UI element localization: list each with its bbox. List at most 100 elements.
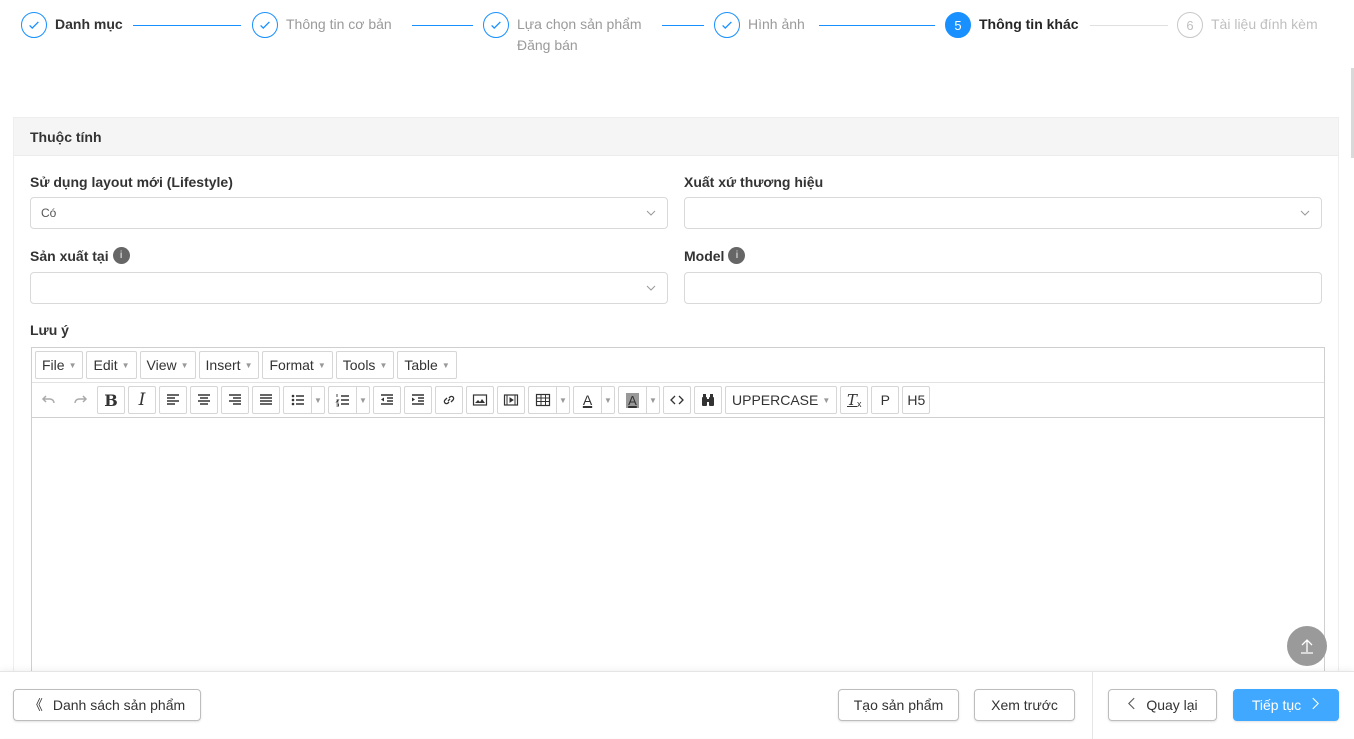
undo-icon: [41, 395, 55, 404]
chevron-left-icon: [1127, 697, 1136, 713]
italic-icon: I: [138, 390, 146, 410]
menu-label: Table: [404, 357, 438, 373]
model-label: Model i: [684, 247, 746, 264]
background-color-dropdown[interactable]: ▼: [646, 386, 660, 414]
menu-label: Edit: [93, 357, 118, 373]
made-in-select[interactable]: [30, 272, 668, 304]
chevron-down-icon: [646, 210, 656, 216]
numbered-list-button[interactable]: [328, 386, 356, 414]
table-button[interactable]: [528, 386, 556, 414]
clear-format-button[interactable]: Tx: [840, 386, 869, 414]
align-right-icon: [229, 394, 241, 405]
product-list-label: Danh sách sản phẩm: [52, 697, 186, 713]
align-left-button[interactable]: [159, 386, 187, 414]
step-lua-chon-san-pham[interactable]: Lựa chọn sản phẩm Đăng bán: [483, 12, 642, 56]
binoculars-icon: [702, 394, 714, 406]
rich-text-editor: File ▼ Edit ▼ View ▼ Insert ▼ Format ▼ Tools ▼…: [31, 347, 1325, 687]
menu-edit[interactable]: Edit ▼: [86, 351, 137, 379]
progress-stepper: Danh mục Thông tin cơ bản Lựa chọn sản p…: [0, 0, 1354, 70]
source-code-button[interactable]: [663, 386, 691, 414]
align-center-button[interactable]: [190, 386, 218, 414]
step-tai-lieu-dinh-kem[interactable]: 6 Tài liệu đính kèm: [1177, 12, 1318, 38]
numbered-list-dropdown[interactable]: ▼: [356, 386, 370, 414]
step-connector: [819, 25, 935, 26]
menu-view[interactable]: View ▼: [139, 351, 196, 379]
numbered-list-icon: [334, 394, 349, 407]
info-icon[interactable]: i: [728, 247, 746, 264]
info-icon[interactable]: i: [112, 247, 130, 264]
clear-format-x-icon: x: [857, 399, 862, 409]
made-in-label-text: Sản xuất tại: [30, 247, 109, 264]
menu-label: Insert: [205, 357, 241, 373]
find-replace-button[interactable]: [694, 386, 722, 414]
menu-file[interactable]: File ▼: [35, 351, 84, 379]
step-hinh-anh[interactable]: Hình ảnh: [714, 12, 805, 38]
preview-label: Xem trước: [991, 697, 1058, 713]
link-button[interactable]: [435, 386, 463, 414]
model-label-text: Model: [684, 247, 725, 264]
editor-content-area[interactable]: [32, 418, 1324, 686]
next-button[interactable]: Tiếp tục: [1233, 689, 1339, 721]
indent-button[interactable]: [404, 386, 432, 414]
step-connector: [1090, 25, 1168, 26]
preview-button[interactable]: Xem trước: [974, 689, 1075, 721]
code-icon: [670, 395, 684, 405]
double-chevron-left-icon: 《: [28, 697, 43, 713]
text-color-button[interactable]: A: [573, 386, 601, 414]
text-color-icon: A: [582, 392, 593, 408]
caret-icon: ▼: [604, 395, 612, 405]
layout-select[interactable]: Có: [30, 197, 668, 229]
bullet-list-button[interactable]: [283, 386, 311, 414]
align-left-icon: [167, 394, 179, 405]
uppercase-dropdown[interactable]: UPPERCASE ▼: [725, 386, 838, 414]
redo-button[interactable]: [66, 386, 94, 414]
origin-select[interactable]: [684, 197, 1322, 229]
create-product-button[interactable]: Tạo sản phẩm: [838, 689, 959, 721]
menu-label: View: [146, 357, 177, 373]
back-button[interactable]: Quay lại: [1108, 689, 1217, 721]
align-right-button[interactable]: [221, 386, 249, 414]
editor-toolbar: B I ▼ ▼ ▼ A ▼ A ▼ UPPERCASE ▼ T x P H5: [32, 383, 1324, 418]
text-color-dropdown[interactable]: ▼: [601, 386, 615, 414]
layout-select-value: Có: [41, 206, 57, 220]
step-thong-tin-khac[interactable]: 5 Thông tin khác: [945, 12, 1079, 38]
scroll-to-top-button[interactable]: [1287, 626, 1327, 666]
image-icon: [472, 394, 488, 406]
background-color-button[interactable]: A: [618, 386, 646, 414]
card-title: Thuộc tính: [14, 118, 1338, 156]
step-danh-muc[interactable]: Danh mục: [21, 12, 123, 38]
italic-button[interactable]: I: [128, 386, 156, 414]
create-product-label: Tạo sản phẩm: [853, 697, 944, 713]
note-label-text: Lưu ý: [30, 322, 69, 338]
step-label: Hình ảnh: [748, 16, 805, 32]
heading5-button[interactable]: H5: [902, 386, 931, 414]
model-input[interactable]: [684, 272, 1322, 304]
table-dropdown[interactable]: ▼: [556, 386, 570, 414]
menu-insert[interactable]: Insert ▼: [198, 351, 260, 379]
back-label: Quay lại: [1146, 697, 1198, 713]
menu-table[interactable]: Table ▼: [397, 351, 457, 379]
menu-tools[interactable]: Tools ▼: [335, 351, 395, 379]
media-icon: [503, 394, 519, 406]
bullet-list-icon: [291, 394, 304, 406]
step-number: 6: [1177, 12, 1203, 38]
align-justify-button[interactable]: [252, 386, 280, 414]
menu-label: Tools: [342, 357, 376, 373]
check-icon: [483, 12, 509, 38]
paragraph-button[interactable]: P: [871, 386, 900, 414]
caret-icon: ▼: [314, 395, 322, 405]
bold-button[interactable]: B: [97, 386, 125, 414]
step-thong-tin-co-ban[interactable]: Thông tin cơ bản: [252, 12, 392, 38]
undo-button[interactable]: [35, 386, 63, 414]
clear-format-icon: T: [847, 391, 858, 409]
attributes-card: Thuộc tính Sử dụng layout mới (Lifestyle…: [13, 117, 1339, 687]
menu-label: Format: [269, 357, 314, 373]
outdent-button[interactable]: [373, 386, 401, 414]
menu-format[interactable]: Format ▼: [262, 351, 333, 379]
media-button[interactable]: [497, 386, 525, 414]
image-button[interactable]: [466, 386, 494, 414]
layout-label: Sử dụng layout mới (Lifestyle): [30, 174, 233, 190]
check-icon: [714, 12, 740, 38]
product-list-button[interactable]: 《 Danh sách sản phẩm: [13, 689, 201, 721]
bullet-list-dropdown[interactable]: ▼: [311, 386, 325, 414]
